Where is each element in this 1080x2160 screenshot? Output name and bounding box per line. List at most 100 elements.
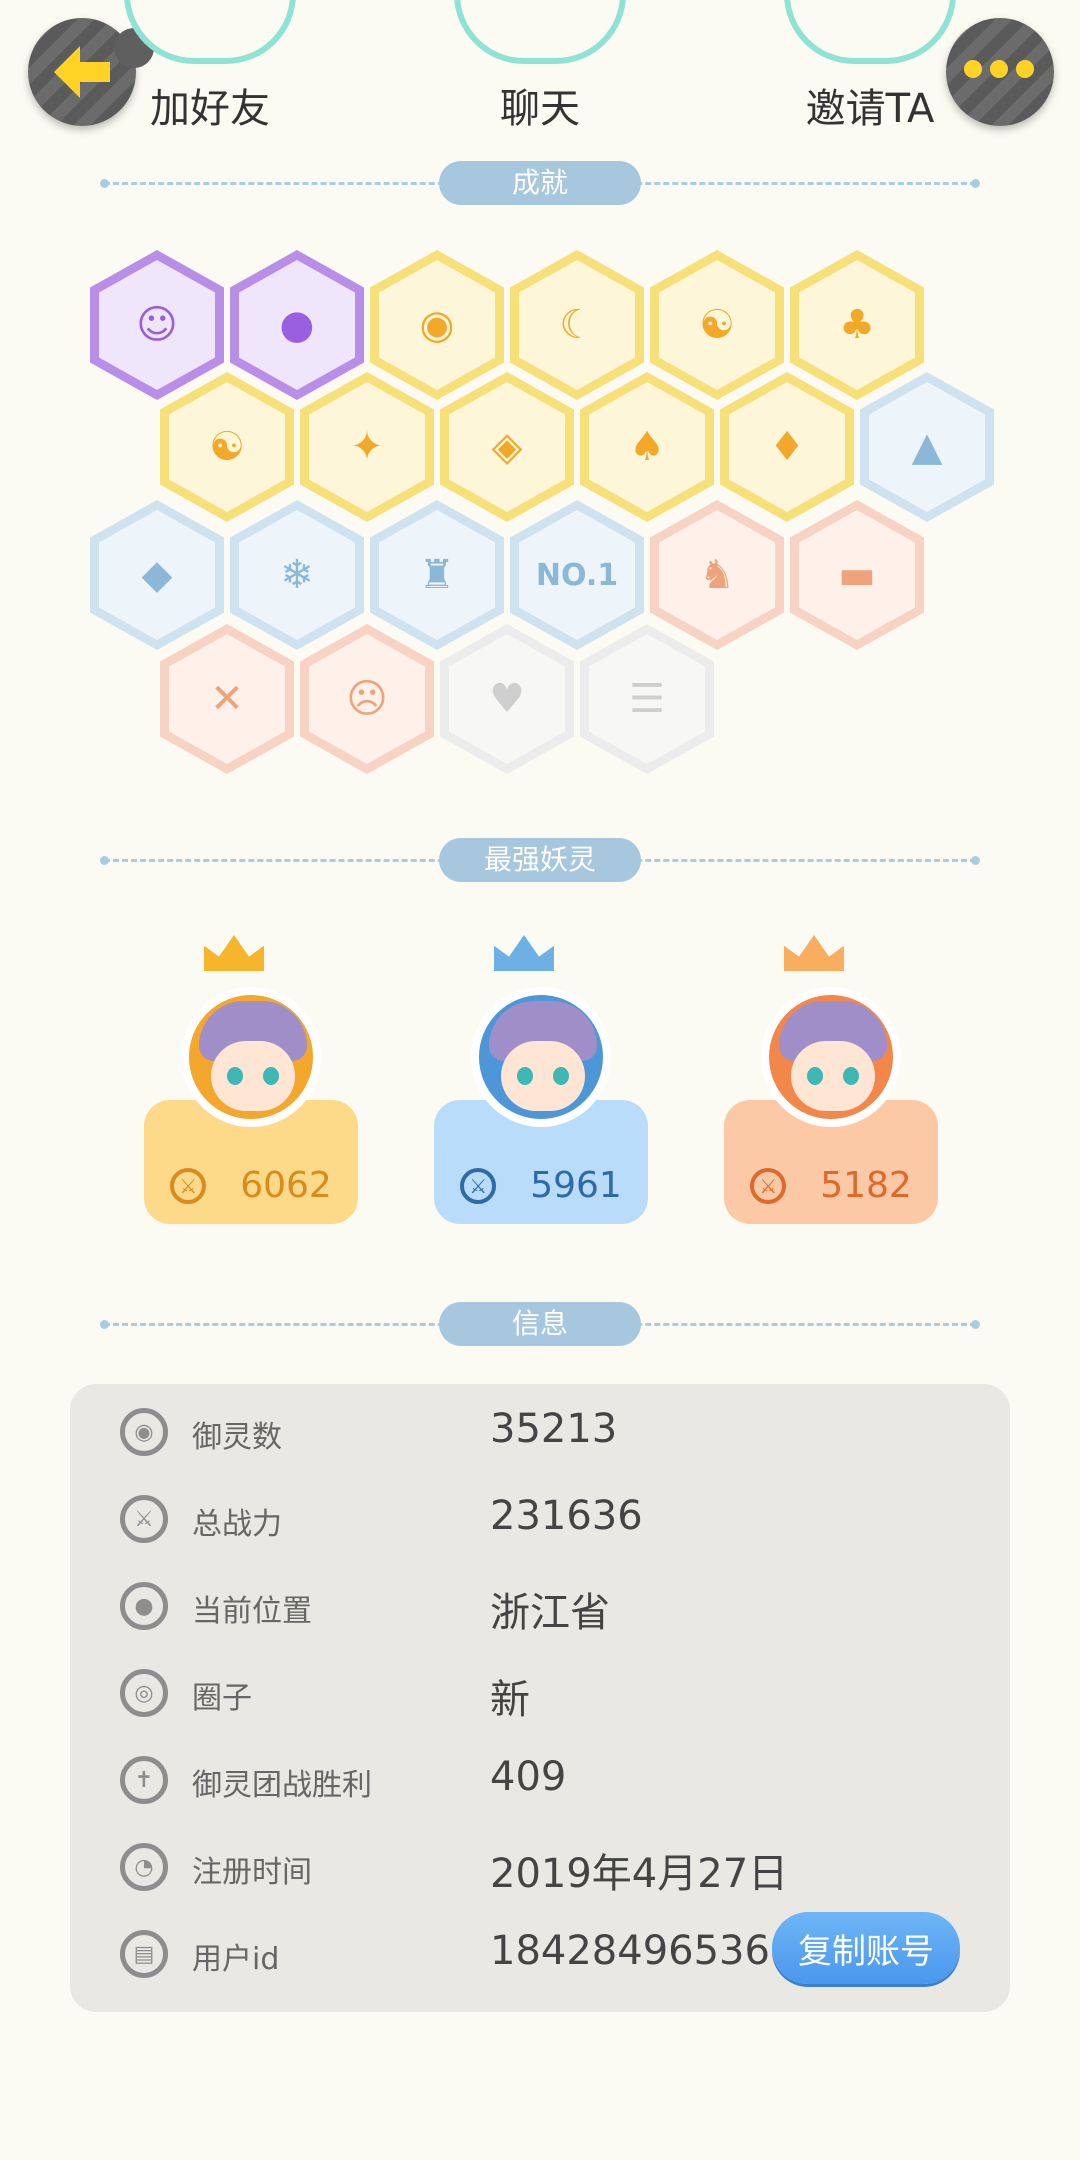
info-value: 新 xyxy=(490,1677,530,1723)
top-spirit-2[interactable]: ⚔ 5961 xyxy=(434,935,648,1225)
info-row: ◎ 圈子 新 xyxy=(70,1653,1010,1733)
invite-button[interactable]: 邀请TA xyxy=(770,0,970,134)
blue-crown-icon xyxy=(494,935,554,971)
victory-figure-icon: ✝ xyxy=(120,1756,168,1804)
no1-icon: NO.1 xyxy=(519,510,635,640)
achievement-badge[interactable]: ♥ xyxy=(440,624,574,774)
chat-button[interactable]: 聊天 xyxy=(440,0,640,134)
info-value: 2019年4月27日 xyxy=(490,1851,789,1897)
spirit-avatar xyxy=(181,987,321,1127)
invite-icon xyxy=(784,0,956,64)
info-label: 当前位置 xyxy=(192,1594,312,1629)
achievement-badge[interactable]: ♦ xyxy=(720,372,854,522)
achievements-header: 成就 xyxy=(100,161,980,205)
crystal-egg-icon: ◆ xyxy=(99,510,215,640)
orange-crown-icon xyxy=(784,935,844,971)
top-spirit-3[interactable]: ⚔ 5182 xyxy=(724,935,938,1225)
couple-heart-icon: ♥ xyxy=(449,634,565,764)
cat-balloon-icon: ♣ xyxy=(799,260,915,390)
monster-statue-icon: ♜ xyxy=(379,510,495,640)
circle-target-icon: ◎ xyxy=(120,1669,168,1717)
achievement-badge[interactable]: ☰ xyxy=(580,624,714,774)
cat-silhouette-icon: ♠ xyxy=(589,382,705,512)
ice-spirit-icon: ❄ xyxy=(239,510,355,640)
achievement-badge[interactable]: ◈ xyxy=(440,372,574,522)
achievement-badge[interactable]: NO.1 xyxy=(510,500,644,650)
achievement-badge[interactable]: ♠ xyxy=(580,372,714,522)
location-pin-icon: ● xyxy=(120,1582,168,1630)
spirit-score: 6062 xyxy=(240,1165,332,1206)
achievement-badge[interactable]: ♜ xyxy=(370,500,504,650)
spirit-avatar xyxy=(471,987,611,1127)
moon-sun-icon: ☾ xyxy=(519,260,635,390)
achievement-badge[interactable]: ♣ xyxy=(790,250,924,400)
achievement-badge[interactable]: ▲ xyxy=(860,372,994,522)
top-spirits-header: 最强妖灵 xyxy=(100,838,980,882)
add-friend-button[interactable]: 加好友 xyxy=(110,0,310,134)
achievement-badge[interactable]: ◆ xyxy=(90,500,224,650)
devil-face-icon: ☺ xyxy=(99,260,215,390)
user-id-card-icon: ▤ xyxy=(120,1930,168,1978)
more-button[interactable] xyxy=(946,18,1054,126)
spirit-avatar xyxy=(761,987,901,1127)
fox-book-icon: ♦ xyxy=(729,382,845,512)
info-row: ◔ 注册时间 2019年4月27日 xyxy=(70,1827,1010,1907)
achievement-badge[interactable]: ♞ xyxy=(650,500,784,650)
add-friend-icon xyxy=(124,0,296,64)
achievement-badge[interactable]: ✦ xyxy=(300,372,434,522)
info-label: 注册时间 xyxy=(192,1855,312,1890)
info-header: 信息 xyxy=(100,1302,980,1346)
clock-icon: ◔ xyxy=(120,1843,168,1891)
info-row: ✝ 御灵团战胜利 409 xyxy=(70,1740,1010,1820)
info-value: 18428496536 xyxy=(490,1928,770,1974)
info-label: 圈子 xyxy=(192,1681,252,1716)
spirit-count-icon: ◉ xyxy=(120,1408,168,1456)
power-sword-icon: ⚔ xyxy=(170,1167,207,1204)
achievement-badge[interactable]: ● xyxy=(230,250,364,400)
info-panel: 复制账号 ◉ 御灵数 35213 ⚔ 总战力 231636 ● 当前位置 浙江省 ◎ 圈子新 ✝ 御灵团… xyxy=(70,1384,1010,2012)
info-row: ▤ 用户id 18428496536 xyxy=(70,1914,1010,1994)
back-arrow-icon xyxy=(54,46,110,98)
info-title: 信息 xyxy=(439,1302,641,1346)
top-spirit-1[interactable]: ⚔ 6062 xyxy=(144,935,358,1225)
dragon-icon: ✦ xyxy=(309,382,425,512)
info-row: ● 当前位置 浙江省 xyxy=(70,1566,1010,1646)
sneaker-icon: ▲ xyxy=(869,382,985,512)
info-label: 御灵团战胜利 xyxy=(192,1768,372,1803)
yinyang-box-icon: ☯ xyxy=(169,382,285,512)
achievement-badge[interactable]: ☯ xyxy=(160,372,294,522)
info-value: 浙江省 xyxy=(490,1590,610,1636)
add-friend-label: 加好友 xyxy=(150,86,270,132)
invite-label: 邀请TA xyxy=(805,86,935,132)
info-label: 总战力 xyxy=(192,1507,282,1542)
shield-icon: ◈ xyxy=(449,382,565,512)
belt-icon: ▬ xyxy=(799,510,915,640)
achievement-badge[interactable]: ✕ xyxy=(160,624,294,774)
back-button[interactable] xyxy=(28,18,154,126)
info-label: 御灵数 xyxy=(192,1420,282,1455)
achievement-badge[interactable]: ☯ xyxy=(650,250,784,400)
comet-yinyang-icon: ☯ xyxy=(659,260,775,390)
chat-label: 聊天 xyxy=(500,86,580,132)
spirit-score: 5961 xyxy=(530,1165,622,1206)
cat-cart-icon: ♞ xyxy=(659,510,775,640)
power-sword-icon: ⚔ xyxy=(750,1167,787,1204)
achievement-badge[interactable]: ☹ xyxy=(300,624,434,774)
sun-tree-icon: ◉ xyxy=(379,260,495,390)
info-label: 用户id xyxy=(192,1942,280,1977)
achievement-badge[interactable]: ☺ xyxy=(90,250,224,400)
achievement-badge[interactable]: ◉ xyxy=(370,250,504,400)
achievement-badge[interactable]: ▬ xyxy=(790,500,924,650)
power-sword-icon: ⚔ xyxy=(460,1167,497,1204)
achievement-badge[interactable]: ❄ xyxy=(230,500,364,650)
info-row: ⚔ 总战力 231636 xyxy=(70,1479,1010,1559)
angry-bun-icon: ☹ xyxy=(309,634,425,764)
crossed-swords-icon: ✕ xyxy=(169,634,285,764)
info-row: ◉ 御灵数 35213 xyxy=(70,1392,1010,1472)
achievement-badge[interactable]: ☾ xyxy=(510,250,644,400)
power-sword-icon: ⚔ xyxy=(120,1495,168,1543)
achievement-badges: ☺ ● ◉ ☾ ☯ ♣ ☯ ✦ ◈ ♠ ♦ ▲ ◆ ❄ ♜ NO.1 ♞ ▬ ✕ ☹ ♥ ☰ xyxy=(0,250,1080,810)
info-value: 231636 xyxy=(490,1493,643,1539)
chat-bubble-icon xyxy=(454,0,626,64)
info-value: 409 xyxy=(490,1754,567,1800)
